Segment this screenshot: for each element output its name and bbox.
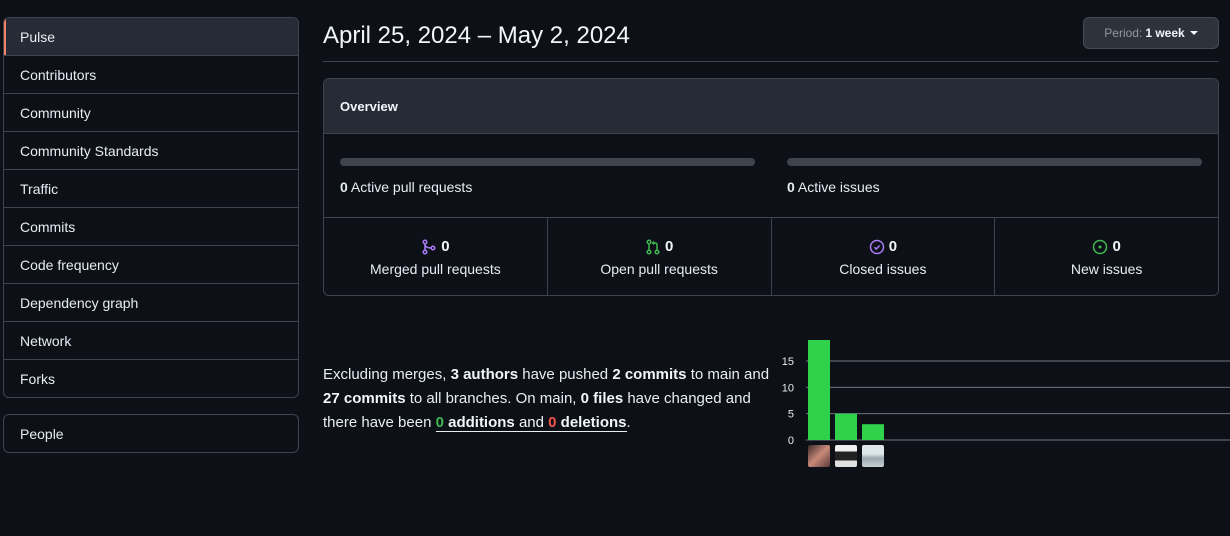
active-issues-label[interactable]: Active issues	[798, 179, 880, 195]
new-issues-stat[interactable]: 0 New issues	[994, 218, 1218, 295]
summary-text: Excluding merges,	[323, 366, 451, 383]
link-text: and	[514, 414, 549, 431]
sidebar-item-forks[interactable]: Forks	[4, 359, 298, 397]
sidebar-item-label: Code frequency	[20, 256, 119, 273]
sidebar-item-label: People	[20, 425, 64, 442]
git-pull-request-icon	[646, 238, 660, 255]
open-prs-stat[interactable]: 0 Open pull requests	[546, 218, 771, 295]
merged-prs-label: Merged pull requests	[370, 261, 501, 277]
period-dropdown-button[interactable]: Period: 1 week	[1083, 17, 1219, 49]
closed-issues-stat[interactable]: 0 Closed issues	[770, 218, 995, 295]
active-issues-count: 0	[787, 179, 795, 195]
additions-count: 0	[435, 414, 444, 431]
stats-row: 0 Merged pull requests 0 Open pull reque…	[324, 218, 1218, 295]
sidebar-item-label: Community Standards	[20, 142, 159, 159]
author-avatar-3[interactable]	[862, 445, 884, 467]
additions-label: additions	[443, 414, 515, 431]
open-prs-label: Open pull requests	[600, 261, 718, 277]
sidebar-item-label: Contributors	[20, 66, 97, 83]
summary-text: .	[626, 414, 631, 431]
issue-opened-icon	[1093, 239, 1108, 254]
y-tick-label: 0	[788, 435, 794, 447]
overview-box: Overview 0 Active pull requests 0 Active…	[323, 78, 1219, 296]
period-prefix: Period:	[1104, 26, 1143, 40]
author-avatar-1[interactable]	[808, 445, 830, 467]
caret-down-icon	[1189, 31, 1198, 35]
header-divider	[323, 61, 1219, 62]
overview-title: Overview	[324, 79, 1218, 134]
merged-prs-stat[interactable]: 0 Merged pull requests	[324, 218, 547, 295]
commit-bar[interactable]	[835, 413, 857, 440]
new-issues-count: 0	[1112, 238, 1121, 255]
active-prs-count: 0	[340, 179, 348, 195]
closed-issues-label: Closed issues	[839, 261, 927, 277]
commit-bar[interactable]	[862, 424, 884, 440]
y-tick-label: 10	[782, 382, 794, 394]
y-tick-label: 15	[782, 356, 794, 368]
commits-by-author-chart: 0 5 10 15	[780, 330, 1230, 473]
insights-sidebar: Pulse Contributors Community Community S…	[3, 17, 299, 398]
new-issues-label: New issues	[1070, 261, 1143, 277]
sidebar-item-code-frequency[interactable]: Code frequency	[4, 245, 298, 283]
merged-prs-count: 0	[441, 238, 450, 255]
sidebar-item-community[interactable]: Community	[4, 93, 298, 131]
commits-main-count: 2 commits	[612, 366, 687, 383]
summary-text: have pushed	[518, 366, 613, 383]
commits-all-count: 27 commits	[323, 390, 406, 407]
sidebar-item-commits[interactable]: Commits	[4, 207, 298, 245]
summary-text: to all branches. On main,	[405, 390, 581, 407]
y-tick-label: 5	[788, 409, 794, 421]
sidebar-item-label: Traffic	[20, 180, 59, 197]
git-merge-icon	[422, 238, 436, 255]
active-prs-bar	[340, 158, 755, 166]
activity-ratio-row: 0 Active pull requests 0 Active issues	[324, 134, 1218, 218]
sidebar-item-people[interactable]: People	[4, 415, 298, 452]
additions-deletions-link[interactable]: 0 additions and 0 deletions	[435, 414, 627, 432]
active-prs-label[interactable]: Active pull requests	[351, 179, 472, 195]
issue-closed-icon	[869, 239, 884, 254]
sidebar-item-pulse[interactable]: Pulse	[4, 18, 298, 55]
sidebar-item-label: Pulse	[20, 28, 56, 45]
open-prs-count: 0	[664, 238, 674, 255]
sidebar-item-label: Community	[20, 104, 91, 121]
active-issues-bar	[787, 158, 1202, 166]
people-nav: People	[3, 414, 299, 453]
commit-bar[interactable]	[808, 340, 830, 440]
author-avatar-2[interactable]	[835, 445, 857, 467]
sidebar-item-contributors[interactable]: Contributors	[4, 55, 298, 93]
sidebar-item-label: Commits	[20, 218, 76, 235]
closed-issues-count: 0	[888, 238, 898, 255]
commit-summary: Excluding merges, 3 authors have pushed …	[323, 363, 773, 435]
sidebar-item-label: Forks	[20, 370, 55, 387]
sidebar-item-label: Network	[20, 332, 72, 349]
active-issues: 0 Active issues	[771, 134, 1218, 217]
sidebar-item-label: Dependency graph	[20, 294, 139, 311]
period-value: 1 week	[1145, 26, 1185, 40]
sidebar-item-community-standards[interactable]: Community Standards	[4, 131, 298, 169]
files-count: 0 files	[580, 390, 624, 407]
summary-text: to main and	[686, 366, 770, 383]
sidebar-item-traffic[interactable]: Traffic	[4, 169, 298, 207]
deletions-count: 0	[548, 414, 557, 431]
page-title: April 25, 2024 – May 2, 2024	[323, 22, 630, 49]
authors-count: 3 authors	[450, 366, 519, 383]
active-prs: 0 Active pull requests	[324, 134, 771, 217]
deletions-label: deletions	[556, 414, 627, 431]
sidebar-item-dependency-graph[interactable]: Dependency graph	[4, 283, 298, 321]
sidebar-item-network[interactable]: Network	[4, 321, 298, 359]
